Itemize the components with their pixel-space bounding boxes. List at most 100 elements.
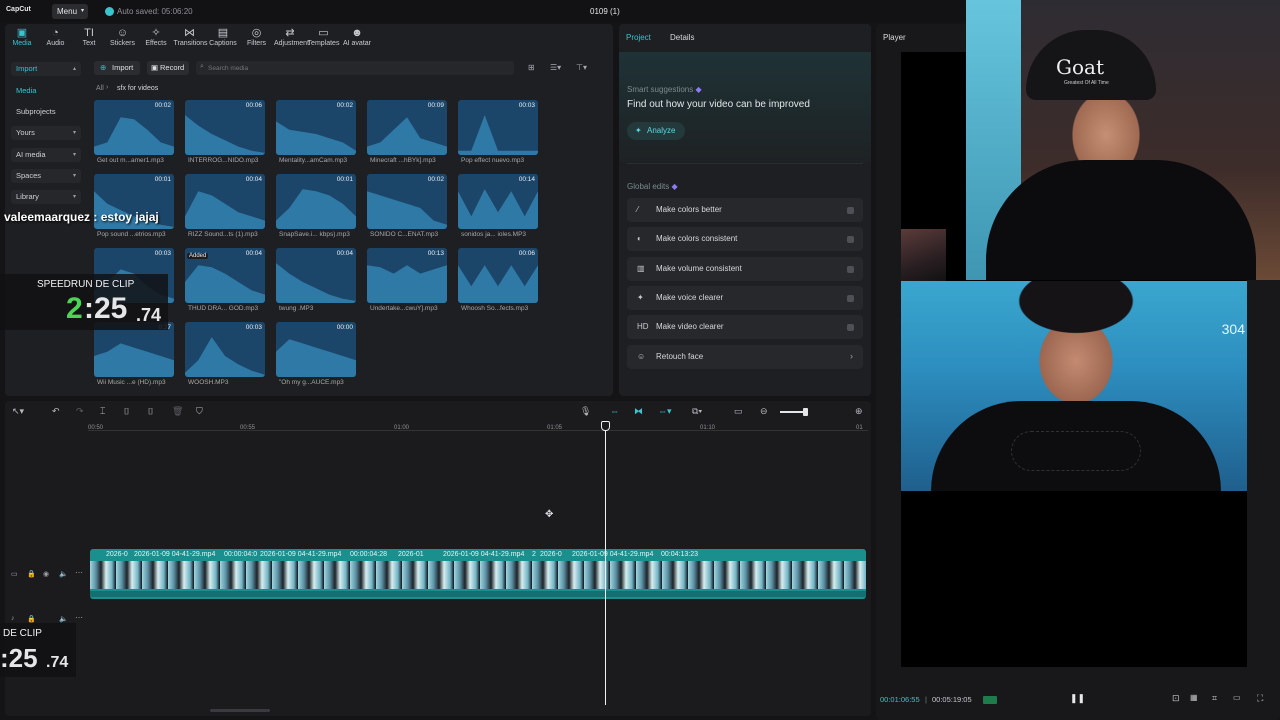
filter-icon[interactable]: ⊤▾ bbox=[576, 63, 587, 72]
clip-audio-wave bbox=[90, 591, 866, 597]
media-duration: 00:06 bbox=[518, 250, 535, 257]
audio-volume-icon[interactable]: 🔈 bbox=[59, 615, 68, 623]
edit-toggle[interactable] bbox=[847, 265, 854, 273]
sidebar-item-subprojects[interactable]: Subprojects bbox=[11, 105, 81, 119]
import-button-label: Import bbox=[112, 63, 134, 72]
tool-text[interactable]: TI Text bbox=[73, 27, 105, 47]
select-tool-icon[interactable]: ↖▾ bbox=[12, 406, 24, 417]
sidebar-item-yours[interactable]: Yours ▾ bbox=[11, 126, 81, 140]
media-item[interactable]: 00:01 bbox=[276, 174, 356, 229]
edit-toggle[interactable] bbox=[847, 324, 854, 332]
playhead[interactable] bbox=[605, 421, 606, 705]
sidebar-item-library[interactable]: Library ▾ bbox=[11, 190, 81, 204]
global-edit-retouch-face[interactable]: ☺ Retouch face › bbox=[627, 344, 863, 369]
snap-icon[interactable]: ⧓ bbox=[634, 406, 643, 417]
tab-project[interactable]: Project bbox=[626, 33, 651, 42]
menu-button[interactable]: Menu ▾ bbox=[52, 4, 88, 19]
media-item[interactable]: 00:13 bbox=[367, 248, 447, 303]
track-lock-icon[interactable]: 🔒 bbox=[27, 570, 36, 578]
pause-icon[interactable]: ❚❚ bbox=[1070, 693, 1085, 704]
tool-effects[interactable]: ✧ Effects bbox=[140, 27, 172, 47]
search-field[interactable]: ⌕ bbox=[196, 61, 514, 75]
track-cover-icon[interactable]: ▭ bbox=[11, 570, 18, 578]
edit-toggle[interactable] bbox=[847, 207, 854, 214]
media-item[interactable]: 00:04 Added bbox=[185, 248, 265, 303]
media-item[interactable]: 00:06 bbox=[185, 100, 265, 155]
tool-media[interactable]: ▣ Media bbox=[6, 27, 38, 47]
media-item[interactable]: 00:02 bbox=[94, 100, 174, 155]
caption-track-icon[interactable]: ▭ bbox=[734, 406, 743, 417]
sort-icon[interactable]: ☰▾ bbox=[550, 63, 561, 72]
media-item[interactable]: 00:04 bbox=[276, 248, 356, 303]
media-item[interactable]: 00:00 bbox=[276, 322, 356, 377]
microphone-icon[interactable]: 🎙 bbox=[580, 406, 591, 417]
sidebar-import[interactable]: Import ▴ bbox=[11, 62, 81, 76]
media-item[interactable]: 00:09 bbox=[367, 100, 447, 155]
quality-icon[interactable]: ▦ bbox=[1190, 693, 1198, 702]
tool-ai-avatar[interactable]: ☻ AI avatar bbox=[341, 27, 373, 47]
tool-transitions[interactable]: ⋈ Transitions bbox=[174, 27, 208, 47]
timeline-scrollbar[interactable] bbox=[210, 709, 270, 712]
zoom-slider-handle[interactable] bbox=[803, 408, 808, 416]
track-more-icon[interactable]: ⋯ bbox=[75, 568, 83, 577]
zoom-out-icon[interactable]: ⊖ bbox=[760, 406, 768, 417]
global-edit-make-video-clearer[interactable]: HD Make video clearer bbox=[627, 315, 863, 340]
media-item[interactable]: 00:03 bbox=[185, 322, 265, 377]
fullscreen-icon[interactable]: ⛶ bbox=[1257, 693, 1263, 704]
media-item[interactable]: 00:02 bbox=[367, 174, 447, 229]
breadcrumb-folder[interactable]: sfx for videos bbox=[117, 85, 158, 92]
sidebar-item-spaces[interactable]: Spaces ▾ bbox=[11, 169, 81, 183]
tab-details[interactable]: Details bbox=[670, 33, 694, 42]
media-item[interactable]: 00:04 bbox=[185, 174, 265, 229]
tool-audio[interactable]: ◔ Audio bbox=[40, 27, 72, 47]
project-title[interactable]: 0109 (1) bbox=[590, 7, 620, 16]
waveform-icon[interactable] bbox=[983, 696, 997, 704]
media-item-name: Mentality...amCam.mp3 bbox=[279, 157, 348, 164]
global-edit-make-colors-consistent[interactable]: ◐ Make colors consistent bbox=[627, 227, 863, 252]
tool-stickers[interactable]: ☺ Stickers bbox=[107, 27, 139, 47]
aspect-ratio-icon[interactable]: ▭ bbox=[1233, 693, 1241, 702]
fit-screen-icon[interactable]: ⌗ bbox=[1212, 693, 1217, 704]
global-edit-make-voice-clearer[interactable]: ✦ Make voice clearer bbox=[627, 285, 863, 310]
shield-icon[interactable]: ⛉ bbox=[196, 406, 203, 417]
media-item[interactable]: 00:06 bbox=[458, 248, 538, 303]
player-current-time: 00:01:06:55 bbox=[880, 695, 920, 704]
zoom-in-icon[interactable]: ⊕ bbox=[855, 406, 863, 417]
track-audio-icon[interactable]: 🔈 bbox=[59, 570, 68, 578]
sidebar-item-media[interactable]: Media bbox=[11, 84, 81, 98]
playhead-handle[interactable] bbox=[601, 421, 610, 431]
tool-templates[interactable]: ▭ Templates bbox=[308, 27, 340, 47]
search-input[interactable] bbox=[208, 62, 508, 74]
edit-toggle[interactable] bbox=[847, 294, 854, 302]
global-edit-label: Make colors consistent bbox=[656, 234, 738, 244]
view-mode-icon[interactable]: ⊞ bbox=[528, 63, 535, 72]
sidebar-item-ai-media[interactable]: AI media ▾ bbox=[11, 148, 81, 162]
preview-axis-icon[interactable]: ⧉▾ bbox=[692, 406, 702, 417]
media-item-name: Whoosh So...fects.mp3 bbox=[461, 305, 529, 312]
audio-more-icon[interactable]: ⋯ bbox=[75, 613, 83, 622]
record-button[interactable]: ▣ Record bbox=[147, 61, 189, 75]
media-item[interactable]: 00:03 bbox=[458, 100, 538, 155]
audio-track-icon[interactable]: ♪ bbox=[11, 615, 15, 622]
analyze-button[interactable]: ✦ Analyze bbox=[627, 122, 685, 140]
edit-toggle[interactable] bbox=[847, 236, 854, 244]
media-item[interactable]: 00:02 bbox=[276, 100, 356, 155]
tool-adjustment[interactable]: ⇄ Adjustment bbox=[274, 27, 309, 47]
global-edit-make-colors-better[interactable]: ⁄ Make colors better bbox=[627, 198, 863, 222]
linkage-icon[interactable]: ⇔▾ bbox=[658, 406, 672, 417]
crop-icon[interactable]: ⊡ bbox=[1172, 693, 1180, 704]
breadcrumb-all[interactable]: All bbox=[96, 85, 104, 92]
import-button[interactable]: ⊕ Import bbox=[94, 61, 140, 75]
trim-right-icon[interactable]: ⌷ bbox=[148, 406, 153, 417]
audio-lock-icon[interactable]: 🔒 bbox=[27, 615, 36, 623]
link-main-track-icon[interactable]: ⇔ bbox=[610, 406, 619, 416]
tool-filters[interactable]: ◎ Filters bbox=[241, 27, 273, 47]
media-item[interactable]: 00:14 bbox=[458, 174, 538, 229]
media-item[interactable]: 0:27 bbox=[94, 322, 174, 377]
undo-icon[interactable]: ↶ bbox=[52, 406, 60, 417]
track-visibility-icon[interactable]: ◉ bbox=[43, 570, 49, 578]
tool-captions[interactable]: ▤ Captions bbox=[207, 27, 239, 47]
global-edit-make-volume-consistent[interactable]: ▥ Make volume consistent bbox=[627, 256, 863, 281]
trim-left-icon[interactable]: ⌷ bbox=[124, 406, 129, 417]
split-icon[interactable]: ⌶ bbox=[100, 406, 105, 417]
